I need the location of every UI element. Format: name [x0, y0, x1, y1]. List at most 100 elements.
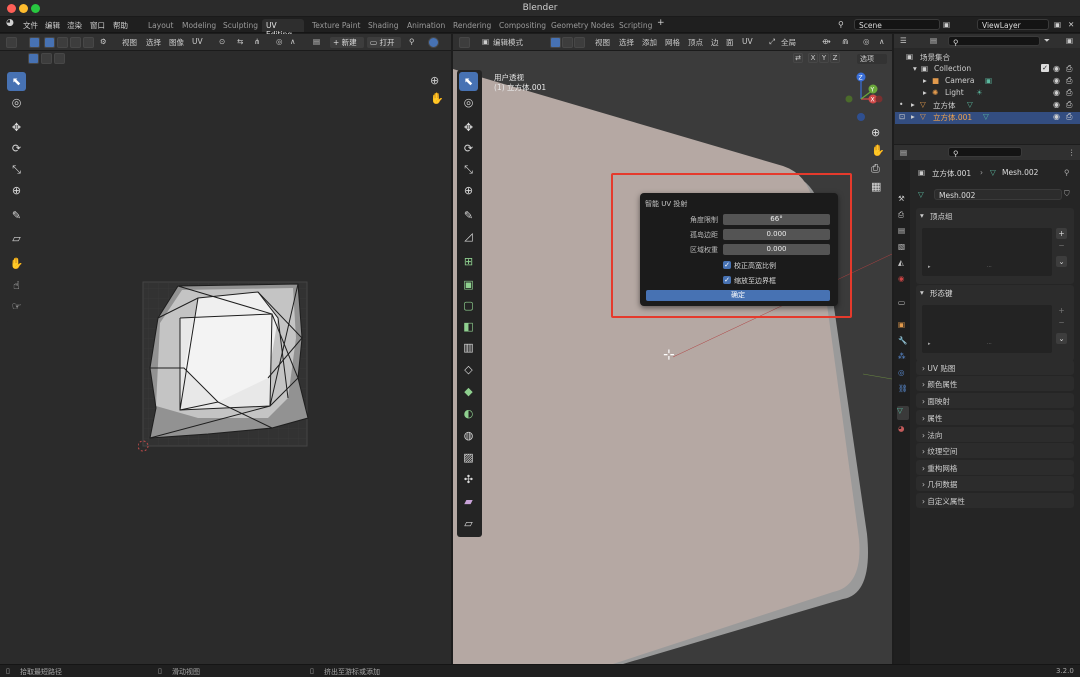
geometry-data-section[interactable]: › 几何数据	[916, 476, 1074, 491]
spin-tool-icon[interactable]: ◐	[459, 404, 478, 423]
mode-dropdown[interactable]: 编辑模式	[493, 37, 523, 48]
uv-snap-icon[interactable]: ⚙	[100, 37, 107, 46]
rip-tool-icon[interactable]: ▱	[7, 229, 26, 248]
inset-tool-icon[interactable]: ▢	[459, 296, 478, 315]
shape-key-specials-button[interactable]: ⌄	[1056, 333, 1067, 344]
uv-select-mode-a-icon[interactable]	[28, 53, 39, 64]
uv-zoom-icon[interactable]: ⊕	[430, 74, 439, 87]
orientation-icon[interactable]: ⤢	[769, 37, 775, 47]
vp-annotate-tool-icon[interactable]: ✎	[459, 206, 478, 225]
particles-tab-icon[interactable]: ⁂	[898, 352, 906, 361]
normals-section[interactable]: › 法向	[916, 427, 1074, 442]
pin-properties-icon[interactable]: ⚲	[1064, 168, 1070, 177]
scale-to-bounds-checkbox[interactable]: ✓	[723, 276, 731, 284]
camera-render-icon[interactable]: ⎙	[1066, 76, 1072, 86]
add-shape-key-button[interactable]: +	[1056, 305, 1067, 316]
vp-menu-vertex[interactable]: 顶点	[688, 37, 703, 48]
viewport-editor-type-icon[interactable]	[459, 37, 470, 48]
cursor-tool-icon[interactable]: ◎	[7, 93, 26, 112]
vp-select-tool-icon[interactable]: ⬉	[459, 72, 478, 91]
camera-expand-icon[interactable]: ▸	[923, 76, 927, 85]
add-cube-tool-icon[interactable]: ⊞	[459, 252, 478, 271]
image-browse-icon[interactable]: ▤	[313, 37, 320, 46]
remesh-section[interactable]: › 重构网格	[916, 460, 1074, 475]
vp-move-tool-icon[interactable]: ✥	[459, 118, 478, 137]
knife-tool-icon[interactable]: ◇	[459, 360, 478, 379]
add-vertex-group-button[interactable]: +	[1056, 228, 1067, 239]
cube001-visibility-icon[interactable]: ◉	[1053, 112, 1060, 121]
vertex-group-specials-button[interactable]: ⌄	[1056, 256, 1067, 267]
vp-measure-tool-icon[interactable]: ◿	[459, 227, 478, 246]
view-layer-tab-icon[interactable]: ▧	[898, 242, 905, 251]
smooth-tool-icon[interactable]: ◍	[459, 426, 478, 445]
bevel-tool-icon[interactable]: ◧	[459, 317, 478, 336]
modifier-tab-icon[interactable]: 🔧	[898, 336, 907, 345]
vp-menu-view[interactable]: 视图	[595, 37, 610, 48]
outliner-light[interactable]: ▸ ✺ Light ☀ ◉ ⎙	[895, 88, 1080, 100]
vp-menu-mesh[interactable]: 网格	[665, 37, 680, 48]
navigation-gizmo[interactable]: Z Y X	[833, 72, 889, 126]
proportional-icon[interactable]: ◎	[863, 37, 870, 46]
add-workspace-icon[interactable]: +	[657, 18, 665, 28]
grab-tool-icon[interactable]: ✋	[7, 254, 26, 273]
annotate-tool-icon[interactable]: ✎	[7, 206, 26, 225]
island-margin-field[interactable]: 0.000	[723, 229, 830, 240]
collection-exclude-checkbox[interactable]: ✓	[1041, 64, 1049, 72]
shape-keys-list[interactable]: ▸ ⋯	[922, 305, 1052, 353]
vp-menu-edge[interactable]: 边	[711, 37, 719, 48]
uv-snapping-icon[interactable]: ⋔	[254, 37, 260, 46]
vp-menu-uv[interactable]: UV	[742, 37, 753, 46]
remove-shape-key-button[interactable]: −	[1056, 317, 1067, 328]
menu-render[interactable]: 渲染	[67, 20, 82, 31]
tab-sculpting[interactable]: Sculpting	[223, 19, 258, 32]
edge-select-icon[interactable]	[57, 37, 68, 48]
editor-type-icon[interactable]	[6, 37, 17, 48]
cube-visibility-icon[interactable]: ◉	[1053, 100, 1060, 109]
light-expand-icon[interactable]: ▸	[923, 88, 927, 97]
physics-tab-icon[interactable]: ◎	[898, 368, 905, 377]
constraints-tab-icon[interactable]: ⛓	[898, 384, 908, 393]
new-collection-icon[interactable]: ▣	[1066, 36, 1073, 45]
collection-render-icon[interactable]: ⎙	[1066, 64, 1072, 74]
uv-select-mode-c-icon[interactable]	[54, 53, 65, 64]
shrink-tool-icon[interactable]: ✣	[459, 470, 478, 489]
rip-region-tool-icon[interactable]: ▱	[459, 514, 478, 533]
view-layer-field[interactable]: ViewLayer	[977, 19, 1049, 30]
outliner-filter-icon[interactable]: ⏷	[1044, 36, 1050, 46]
vp-menu-add[interactable]: 添加	[642, 37, 657, 48]
vp-scale-tool-icon[interactable]: ⤡	[459, 160, 478, 179]
extrude-tool-icon[interactable]: ▣	[459, 275, 478, 294]
uv-menu-select[interactable]: 选择	[146, 37, 161, 48]
vp-menu-select[interactable]: 选择	[619, 37, 634, 48]
face-select-icon[interactable]	[70, 37, 81, 48]
falloff-icon[interactable]: ∧	[290, 37, 296, 46]
scene-icon[interactable]: ⚲	[838, 20, 844, 29]
ortho-toggle-icon[interactable]: ▦	[871, 180, 881, 193]
falloff-curve-icon[interactable]: ∧	[879, 37, 885, 46]
mirror-z[interactable]: Z	[830, 53, 840, 63]
outliner-search-input[interactable]: ⚲	[948, 36, 1040, 47]
outliner-type-icon[interactable]: ☰	[900, 36, 907, 45]
tab-scripting[interactable]: Scripting	[619, 19, 652, 32]
view-layer-options-icon[interactable]: ▣	[1054, 20, 1061, 29]
face-maps-section[interactable]: › 面映射	[916, 393, 1074, 408]
light-visibility-icon[interactable]: ◉	[1053, 88, 1060, 97]
collection-visibility-icon[interactable]: ◉	[1053, 64, 1060, 73]
vp-rotate-tool-icon[interactable]: ⟳	[459, 139, 478, 158]
new-image-button[interactable]: + 新建	[330, 37, 364, 48]
mirror-y[interactable]: Y	[819, 53, 829, 63]
render-tab-icon[interactable]: ⎙	[898, 210, 904, 220]
blender-logo-icon[interactable]: ◕	[6, 18, 14, 28]
mesh-data-tab-icon[interactable]: ▽	[897, 406, 909, 420]
properties-options-icon[interactable]: ⋮	[1068, 148, 1076, 157]
loop-cut-tool-icon[interactable]: ▥	[459, 338, 478, 357]
collection-expand-icon[interactable]: ▾	[913, 64, 917, 73]
vp-menu-face[interactable]: 面	[726, 37, 734, 48]
properties-type-icon[interactable]: ▤	[900, 148, 907, 157]
outliner-collection[interactable]: ▾ ▣ Collection ✓ ◉ ⎙	[895, 64, 1080, 76]
menu-window[interactable]: 窗口	[90, 20, 105, 31]
relax-tool-icon[interactable]: ☝	[7, 276, 26, 295]
vp-transform-tool-icon[interactable]: ⊕	[459, 181, 478, 200]
vertex-groups-list[interactable]: ▸ ⋯	[922, 228, 1052, 276]
texture-space-section[interactable]: › 纹理空间	[916, 443, 1074, 458]
